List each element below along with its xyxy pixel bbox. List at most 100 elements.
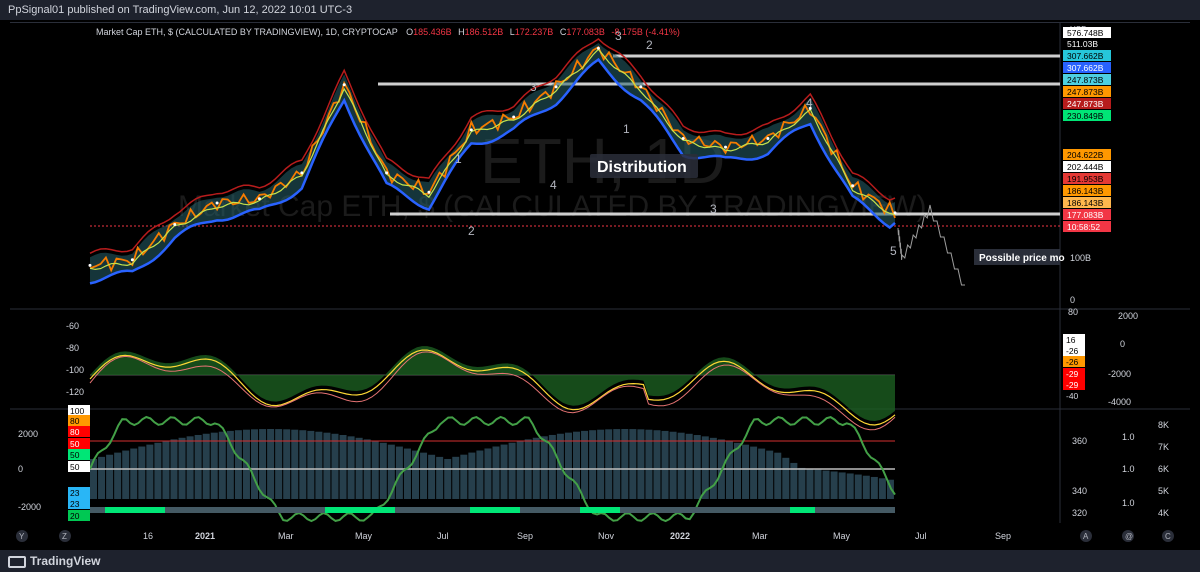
osc2-histogram-bar xyxy=(283,429,291,499)
time-axis[interactable]: 16 2021 Mar May Jul Sep Nov 2022 Mar May Jul Sep Y Z A… xyxy=(16,530,1174,542)
osc2-histogram-bar xyxy=(210,432,218,499)
distribution-label[interactable]: Distribution xyxy=(597,159,687,176)
osc2-left-axis: 2000 0 -2000 xyxy=(18,429,41,512)
time-axis-label: Jul xyxy=(915,531,927,541)
osc2-strip-green xyxy=(325,507,395,513)
price-point xyxy=(300,171,304,175)
time-axis-label: 16 xyxy=(143,531,153,541)
osc2-histogram-bar xyxy=(371,441,379,499)
osc2-histogram-bar xyxy=(339,434,347,499)
oscillator-2[interactable] xyxy=(89,415,896,523)
oscillator-1[interactable] xyxy=(89,346,896,431)
osc2-histogram-bar xyxy=(428,454,436,499)
osc2-histogram-bar xyxy=(251,429,258,499)
osc2-k-tick: 7K xyxy=(1158,442,1169,452)
osc2-histogram-bar xyxy=(685,433,693,499)
osc2-histogram-bar xyxy=(186,436,194,499)
osc2-mid-tick: 360 xyxy=(1072,436,1087,446)
legend-symbol-text: Market Cap ETH, $ (CALCULATED BY TRADING… xyxy=(96,27,398,37)
osc2-histogram-bar xyxy=(420,452,428,499)
osc2-histogram-bar xyxy=(436,456,444,499)
osc2-left-tick: -2000 xyxy=(18,502,41,512)
osc2-badges: 1008080505050232320 xyxy=(68,405,90,521)
osc2-right-axis: 360 340 320 1.0 1.0 1.0 8K 7K 6K 5K 4K xyxy=(1072,420,1169,518)
osc2-histogram-bar xyxy=(830,471,838,499)
price-point xyxy=(469,128,473,132)
price-label: 177.083B xyxy=(1067,210,1104,220)
price-point xyxy=(512,115,516,119)
osc2-histogram-bar xyxy=(508,442,516,499)
osc2-histogram-bar xyxy=(822,470,830,499)
price-label: 247.873B xyxy=(1067,87,1104,97)
osc2-left-tick: 0 xyxy=(18,464,23,474)
osc2-badge: 80 xyxy=(70,416,80,426)
osc2-histogram-bar xyxy=(540,436,548,499)
osc1-area xyxy=(90,346,895,421)
osc1-badge: -26 xyxy=(1066,346,1079,356)
price-point xyxy=(130,258,134,262)
price-point xyxy=(88,263,92,267)
price-point xyxy=(385,171,389,175)
tradingview-brand: TradingView xyxy=(30,554,101,568)
osc2-histogram-bar xyxy=(645,429,653,499)
price-label: 247.873B xyxy=(1067,99,1104,109)
osc2-histogram-bar xyxy=(838,472,846,499)
osc2-mid-tick: 340 xyxy=(1072,486,1087,496)
osc2-ratio-tick: 1.0 xyxy=(1122,498,1135,508)
wave-label: 1 xyxy=(455,152,462,166)
wave-label: 1 xyxy=(623,122,630,136)
osc2-histogram-bar xyxy=(806,468,814,499)
osc2-badge: 50 xyxy=(70,462,80,472)
osc1-left-tick: -60 xyxy=(66,321,79,331)
osc1-badge: 16 xyxy=(1066,335,1076,345)
chart-svg[interactable]: ETH, 1D Market Cap ETH, $ (CALCULATED BY… xyxy=(10,23,1190,551)
published-header: PpSignal01 published on TradingView.com,… xyxy=(0,0,1200,20)
osc1-left-tick: -80 xyxy=(66,343,79,353)
time-axis-label: Mar xyxy=(278,531,294,541)
osc2-histogram-bar xyxy=(122,450,130,499)
osc2-histogram-bar xyxy=(347,436,355,499)
possible-move-label[interactable]: Possible price mo xyxy=(979,253,1065,264)
time-axis-label: Mar xyxy=(752,531,768,541)
osc2-k-tick: 5K xyxy=(1158,486,1169,496)
price-point xyxy=(851,184,855,188)
osc2-histogram-bar xyxy=(315,431,323,499)
axis-button-label: A xyxy=(1083,532,1089,541)
osc2-histogram-bar xyxy=(500,444,508,499)
osc2-histogram-bar xyxy=(452,456,460,499)
osc2-histogram-bar xyxy=(846,473,854,499)
price-tick-100b: 100B xyxy=(1070,253,1091,263)
osc2-histogram-bar xyxy=(766,450,774,499)
osc2-histogram-bar xyxy=(130,448,138,499)
wave-label: 3 xyxy=(615,29,622,43)
published-text: PpSignal01 published on TradingView.com,… xyxy=(8,4,353,16)
osc1-badge: -29 xyxy=(1066,380,1079,390)
price-label: 191.953B xyxy=(1067,174,1104,184)
osc2-histogram-bar xyxy=(331,433,339,499)
osc2-histogram-bar xyxy=(379,442,387,499)
osc2-histogram-bar xyxy=(613,429,621,499)
legend-h: 186.512B xyxy=(465,27,504,37)
osc2-left-tick: 2000 xyxy=(18,429,38,439)
axis-button-label: C xyxy=(1165,532,1171,541)
chart-frame[interactable]: ETH, 1D Market Cap ETH, $ (CALCULATED BY… xyxy=(10,22,1190,551)
osc2-histogram-bar xyxy=(750,446,758,499)
osc2-histogram-bar xyxy=(444,458,452,499)
osc2-badge: 100 xyxy=(70,406,84,416)
wave-label: 2 xyxy=(468,224,475,238)
legend-o-label: O xyxy=(406,27,413,37)
osc1-left-axis: -60 -80 -100 -120 xyxy=(66,321,84,397)
osc2-histogram-bar xyxy=(677,432,685,499)
osc2-histogram-bar xyxy=(814,469,822,499)
price-label: 186.143B xyxy=(1067,198,1104,208)
osc2-histogram-bar xyxy=(742,444,750,499)
price-point xyxy=(724,145,728,149)
osc2-histogram-bar xyxy=(259,429,267,499)
osc2-histogram-bar xyxy=(194,434,202,499)
tradingview-logo[interactable]: TradingView xyxy=(8,550,100,572)
osc2-histogram-bar xyxy=(870,476,878,499)
osc2-histogram-bar xyxy=(106,454,114,499)
osc2-k-tick: 6K xyxy=(1158,464,1169,474)
osc2-histogram-bar xyxy=(621,429,629,499)
osc2-histogram-bar xyxy=(202,433,210,499)
